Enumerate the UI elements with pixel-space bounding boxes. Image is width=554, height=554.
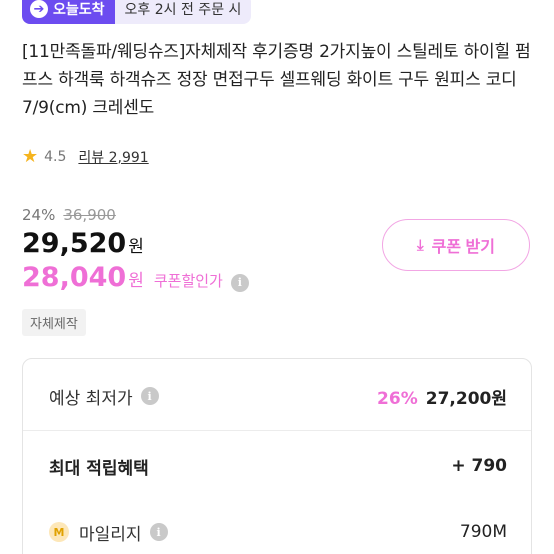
max-points-value: + 790	[451, 456, 507, 476]
rating-row: ★ 4.5 리뷰 2,991	[22, 146, 149, 167]
sale-price: 29,520	[22, 228, 127, 259]
sale-price-currency: 원	[128, 237, 144, 257]
divider	[23, 430, 531, 431]
coupon-button-label: 쿠폰 받기	[431, 239, 495, 256]
discount-rate: 24%	[22, 206, 56, 224]
download-icon: ⤓	[417, 236, 424, 254]
benefit-box: 예상 최저가 i 26% 27,200원 최대 적립혜택 + 790 M 마일리…	[22, 358, 532, 554]
product-title: [11만족돌파/웨딩슈즈]자체제작 후기증명 2가지높이 스틸레토 하이힐 펌프…	[22, 42, 531, 118]
sale-price-row: 29,520 원	[22, 228, 144, 259]
rating-score: 4.5	[44, 148, 67, 165]
review-link[interactable]: 리뷰 2,991	[78, 147, 148, 167]
mileage-label-wrap: M 마일리지 i	[49, 520, 168, 545]
mileage-row: M 마일리지 i 790M	[23, 515, 531, 549]
lowest-price-rate: 26%	[377, 388, 418, 409]
product-tag: 자체제작	[22, 309, 86, 336]
mileage-value: 790M	[459, 522, 507, 542]
info-icon[interactable]: i	[230, 273, 249, 292]
lowest-price-value: 26% 27,200원	[377, 384, 507, 409]
today-delivery-label: 오늘도착	[53, 2, 105, 18]
delivery-badge: ➔ 오늘도착 오후 2시 전 주문 시	[22, 0, 252, 24]
coupon-download-button[interactable]: ⤓ 쿠폰 받기	[382, 219, 530, 271]
mileage-icon: M	[49, 522, 69, 542]
lowest-price-label-wrap: 예상 최저가 i	[49, 384, 159, 409]
today-delivery-badge: ➔ 오늘도착	[22, 0, 115, 24]
discount-row: 24% 36,900	[22, 206, 116, 224]
coupon-price-label: 쿠폰할인가	[153, 272, 223, 290]
coupon-price: 28,040	[22, 262, 127, 293]
lowest-price-row[interactable]: 예상 최저가 i 26% 27,200원	[23, 379, 531, 413]
lowest-price-label: 예상 최저가	[49, 388, 133, 409]
max-points-label: 최대 적립혜택	[49, 458, 149, 479]
mileage-label: 마일리지	[79, 524, 142, 545]
lowest-price-amount: 27,200원	[425, 388, 507, 409]
info-icon[interactable]: i	[140, 387, 159, 405]
arrow-right-circle-icon: ➔	[30, 0, 48, 18]
delivery-note: 오후 2시 전 주문 시	[114, 0, 252, 24]
star-icon: ★	[22, 146, 39, 167]
coupon-price-row: 28,040 원 쿠폰할인가 i	[22, 262, 249, 293]
max-points-row[interactable]: 최대 적립혜택 + 790	[23, 449, 531, 483]
original-price: 36,900	[63, 206, 116, 224]
info-icon[interactable]: i	[149, 523, 168, 541]
coupon-price-currency: 원	[128, 271, 144, 291]
